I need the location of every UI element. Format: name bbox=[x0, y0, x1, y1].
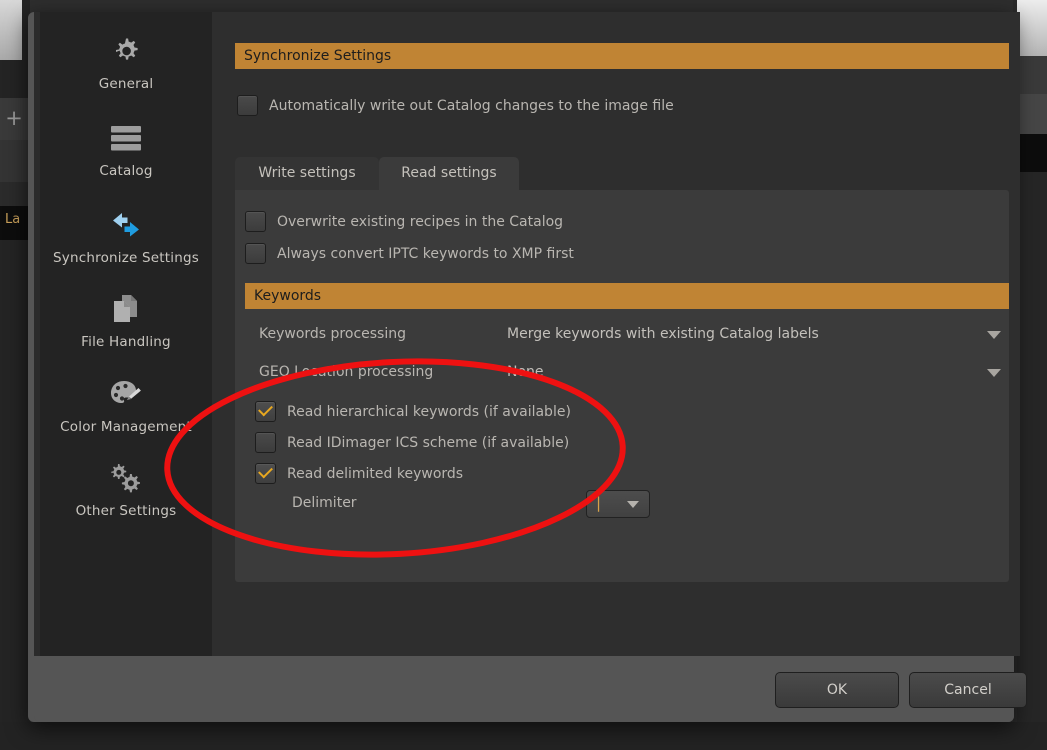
sidebar-item-synchronize-settings[interactable]: Synchronize Settings bbox=[40, 180, 212, 266]
background-cell-2 bbox=[0, 140, 28, 182]
keywords-header: Keywords bbox=[245, 283, 1009, 309]
chevron-down-icon[interactable] bbox=[987, 331, 1001, 339]
read-delimited-keywords-checkbox[interactable] bbox=[255, 463, 276, 484]
background-right-swatch bbox=[1017, 0, 1047, 56]
read-delimited-keywords-row[interactable]: Read delimited keywords bbox=[255, 463, 463, 484]
convert-iptc-checkbox[interactable] bbox=[245, 243, 266, 264]
background-bottom-bar bbox=[0, 722, 1047, 750]
documents-icon bbox=[40, 286, 212, 330]
sidebar-item-label: Other Settings bbox=[75, 503, 177, 519]
delimiter-label: Delimiter bbox=[292, 495, 357, 511]
preferences-dialog: General Catalog Synchronize Settings Fil… bbox=[28, 12, 1027, 722]
convert-iptc-row[interactable]: Always convert IPTC keywords to XMP firs… bbox=[245, 243, 574, 264]
convert-iptc-label: Always convert IPTC keywords to XMP firs… bbox=[277, 245, 574, 262]
auto-write-checkbox[interactable] bbox=[237, 95, 258, 116]
plus-icon[interactable]: + bbox=[4, 107, 24, 129]
read-delimited-keywords-label: Read delimited keywords bbox=[287, 465, 464, 482]
sidebar-item-label: Color Management bbox=[60, 419, 192, 435]
screen: + La General Catalog Synchronize Setting… bbox=[0, 0, 1047, 750]
read-hierarchical-keywords-label: Read hierarchical keywords (if available… bbox=[287, 403, 571, 420]
read-idimager-ics-checkbox[interactable] bbox=[255, 432, 276, 453]
ok-button[interactable]: OK bbox=[775, 672, 899, 708]
stacked-bars-icon bbox=[40, 115, 212, 159]
sidebar-item-label: File Handling bbox=[81, 334, 171, 350]
read-hierarchical-keywords-row[interactable]: Read hierarchical keywords (if available… bbox=[255, 401, 571, 422]
background-right-cell-a bbox=[1017, 56, 1047, 94]
auto-write-checkbox-row[interactable]: Automatically write out Catalog changes … bbox=[237, 95, 674, 116]
synchronize-settings-header: Synchronize Settings bbox=[235, 43, 1009, 69]
sidebar-item-general[interactable]: General bbox=[40, 12, 212, 93]
read-idimager-ics-label: Read IDimager ICS scheme (if available) bbox=[287, 434, 570, 451]
background-label-text: La bbox=[5, 212, 21, 227]
read-idimager-ics-row[interactable]: Read IDimager ICS scheme (if available) bbox=[255, 432, 569, 453]
tab-write-settings[interactable]: Write settings bbox=[235, 157, 379, 190]
sidebar-item-label: General bbox=[98, 76, 154, 92]
overwrite-recipes-label: Overwrite existing recipes in the Catalo… bbox=[277, 213, 564, 230]
keywords-processing-label: Keywords processing bbox=[259, 326, 406, 342]
sidebar-item-color-management[interactable]: Color Management bbox=[40, 351, 212, 435]
geo-location-processing-label: GEO Location processing bbox=[259, 364, 434, 380]
background-right-cell-b bbox=[1017, 94, 1047, 134]
read-hierarchical-keywords-checkbox[interactable] bbox=[255, 401, 276, 422]
chevron-down-icon bbox=[627, 501, 639, 508]
sidebar-item-file-handling[interactable]: File Handling bbox=[40, 266, 212, 351]
geo-location-processing-value[interactable]: None bbox=[507, 364, 544, 380]
keywords-processing-value[interactable]: Merge keywords with existing Catalog lab… bbox=[507, 326, 819, 342]
settings-sidebar: General Catalog Synchronize Settings Fil… bbox=[40, 12, 212, 656]
cancel-button[interactable]: Cancel bbox=[909, 672, 1027, 708]
settings-tabbar: Write settings Read settings bbox=[235, 157, 1009, 190]
delimiter-value: | bbox=[596, 494, 602, 512]
overwrite-recipes-checkbox[interactable] bbox=[245, 211, 266, 232]
sidebar-item-label: Synchronize Settings bbox=[53, 250, 199, 266]
dialog-footer: OK Cancel bbox=[34, 656, 1027, 722]
sidebar-item-other-settings[interactable]: Other Settings bbox=[40, 435, 212, 520]
dialog-body: General Catalog Synchronize Settings Fil… bbox=[34, 12, 1020, 656]
chevron-down-icon[interactable] bbox=[987, 369, 1001, 377]
tab-read-settings[interactable]: Read settings bbox=[379, 157, 519, 190]
palette-icon bbox=[40, 371, 212, 415]
gear-icon bbox=[40, 28, 212, 72]
auto-write-label: Automatically write out Catalog changes … bbox=[269, 97, 674, 114]
settings-main-panel: Synchronize Settings Automatically write… bbox=[212, 12, 1020, 656]
overwrite-recipes-row[interactable]: Overwrite existing recipes in the Catalo… bbox=[245, 211, 563, 232]
sidebar-item-label: Catalog bbox=[99, 163, 153, 179]
sidebar-item-catalog[interactable]: Catalog bbox=[40, 93, 212, 180]
sync-arrows-icon bbox=[40, 202, 212, 246]
background-right-cell-c bbox=[1017, 134, 1047, 172]
double-gear-icon bbox=[40, 455, 212, 499]
background-right-cell-d bbox=[1017, 172, 1047, 750]
background-toolbar-swatch bbox=[0, 0, 22, 60]
delimiter-dropdown[interactable]: | bbox=[586, 490, 650, 518]
background-cell-3 bbox=[0, 182, 28, 206]
